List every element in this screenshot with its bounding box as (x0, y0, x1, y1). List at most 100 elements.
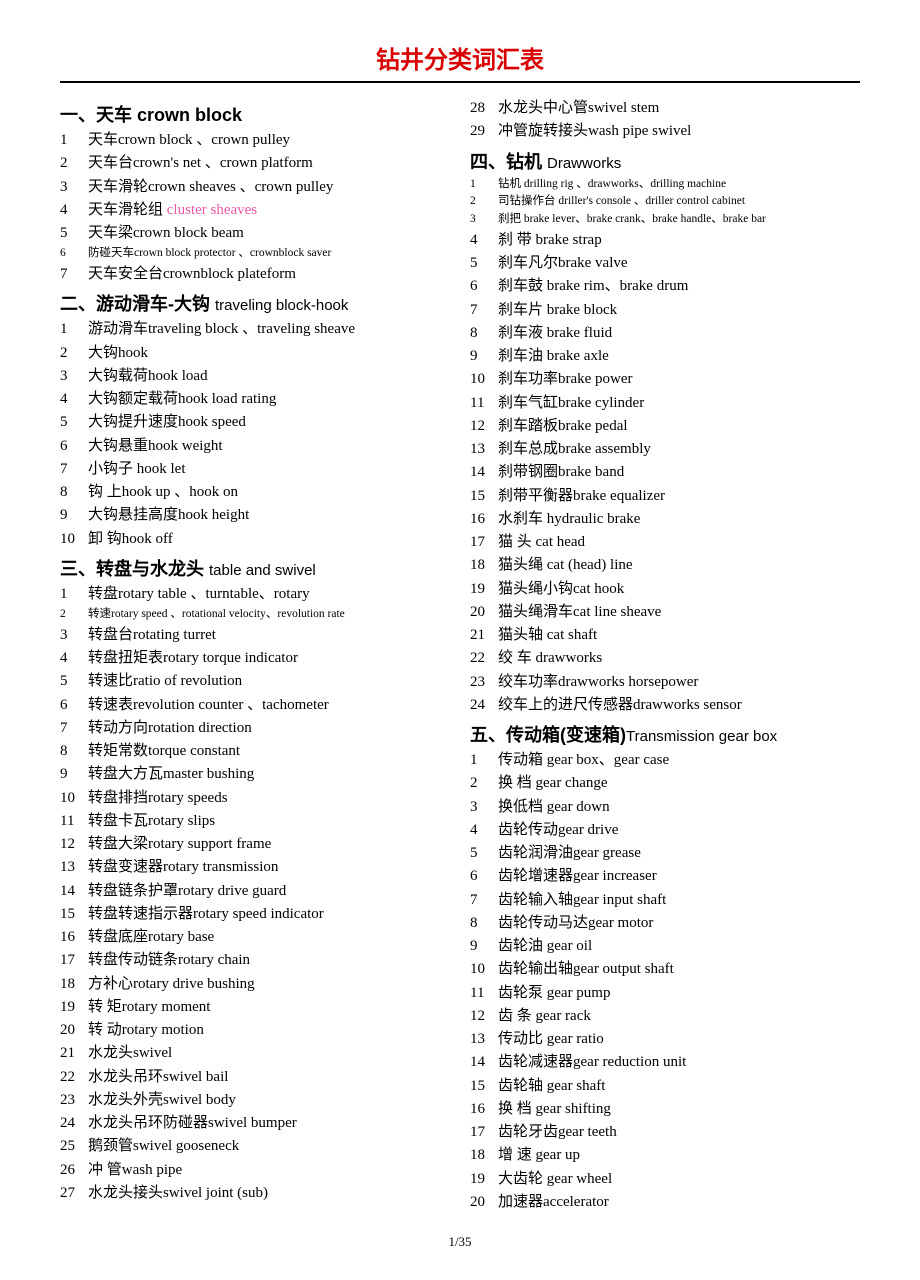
list-item: 18方补心rotary drive bushing (60, 973, 450, 996)
list-item: 7转动方向rotation direction (60, 717, 450, 740)
item-number: 16 (470, 508, 498, 531)
item-text: 转盘扭矩表rotary torque indicator (88, 647, 450, 670)
item-text: 天车梁crown block beam (88, 222, 450, 245)
item-number: 10 (470, 958, 498, 981)
item-text: 绞车功率drawworks horsepower (498, 671, 860, 694)
item-number: 4 (60, 388, 88, 411)
item-number: 12 (470, 1005, 498, 1028)
item-number: 17 (470, 1121, 498, 1144)
item-number: 7 (60, 263, 88, 286)
item-text: 水龙头中心管swivel stem (498, 97, 860, 120)
list-item: 24绞车上的进尺传感器drawworks sensor (470, 694, 860, 717)
item-number: 1 (470, 749, 498, 772)
list-item: 14刹带钢圈brake band (470, 461, 860, 484)
item-text: 刹车片 brake block (498, 299, 860, 322)
item-number: 16 (470, 1098, 498, 1121)
item-number: 19 (60, 996, 88, 1019)
list-item: 17猫 头 cat head (470, 531, 860, 554)
item-text: 刹车气缸brake cylinder (498, 392, 860, 415)
item-text: 刹车总成brake assembly (498, 438, 860, 461)
list-item: 2天车台crown's net 、crown platform (60, 152, 450, 175)
item-text: 刹带钢圈brake band (498, 461, 860, 484)
list-item: 1传动箱 gear box、gear case (470, 749, 860, 772)
item-number: 25 (60, 1135, 88, 1158)
item-number: 29 (470, 120, 498, 143)
section-header: 二、游动滑车-大钩 traveling block-hook (60, 290, 450, 316)
item-text: 刹把 brake lever、brake crank、brake handle、… (498, 211, 860, 229)
list-item: 2换 档 gear change (470, 772, 860, 795)
list-item: 6齿轮增速器gear increaser (470, 865, 860, 888)
list-item: 3大钩载荷hook load (60, 365, 450, 388)
item-text: 水龙头吊环swivel bail (88, 1066, 450, 1089)
list-item: 25鹅颈管swivel gooseneck (60, 1135, 450, 1158)
item-number: 22 (60, 1066, 88, 1089)
list-item: 6转速表revolution counter 、tachometer (60, 694, 450, 717)
item-text: 猫头绳滑车cat line sheave (498, 601, 860, 624)
item-number: 3 (60, 624, 88, 647)
list-item: 4转盘扭矩表rotary torque indicator (60, 647, 450, 670)
list-item: 2大钩hook (60, 342, 450, 365)
list-item: 13转盘变速器rotary transmission (60, 856, 450, 879)
item-text: 转盘卡瓦rotary slips (88, 810, 450, 833)
left-column: 一、天车 crown block1天车crown block 、crown pu… (60, 97, 450, 1214)
item-number: 28 (470, 97, 498, 120)
item-text: 刹车踏板brake pedal (498, 415, 860, 438)
list-item: 4天车滑轮组 cluster sheaves (60, 199, 450, 222)
item-number: 22 (470, 647, 498, 670)
item-text: 转盘转速指示器rotary speed indicator (88, 903, 450, 926)
list-item: 18增 速 gear up (470, 1144, 860, 1167)
item-text: 刹 带 brake strap (498, 229, 860, 252)
item-number: 2 (60, 342, 88, 365)
item-text: 方补心rotary drive bushing (88, 973, 450, 996)
item-text: 猫头轴 cat shaft (498, 624, 860, 647)
list-item: 14齿轮减速器gear reduction unit (470, 1051, 860, 1074)
item-text: 齿轮油 gear oil (498, 935, 860, 958)
list-item: 1天车crown block 、crown pulley (60, 129, 450, 152)
list-item: 14转盘链条护罩rotary drive guard (60, 880, 450, 903)
item-text: 齿轮传动马达gear motor (498, 912, 860, 935)
list-item: 6大钩悬重hook weight (60, 435, 450, 458)
item-text: 大钩hook (88, 342, 450, 365)
item-number: 2 (470, 772, 498, 795)
item-number: 2 (60, 152, 88, 175)
item-text: 转盘排挡rotary speeds (88, 787, 450, 810)
item-number: 13 (470, 1028, 498, 1051)
list-item: 23绞车功率drawworks horsepower (470, 671, 860, 694)
item-text: 天车crown block 、crown pulley (88, 129, 450, 152)
item-text: 换 档 gear shifting (498, 1098, 860, 1121)
item-number: 4 (60, 199, 88, 222)
list-item: 9刹车油 brake axle (470, 345, 860, 368)
item-text: 水龙头swivel (88, 1042, 450, 1065)
item-text: 钩 上hook up 、hook on (88, 481, 450, 504)
item-text: 传动比 gear ratio (498, 1028, 860, 1051)
list-item: 23水龙头外壳swivel body (60, 1089, 450, 1112)
list-item: 3换低档 gear down (470, 796, 860, 819)
content-columns: 一、天车 crown block1天车crown block 、crown pu… (60, 97, 860, 1214)
item-number: 1 (60, 583, 88, 606)
list-item: 18猫头绳 cat (head) line (470, 554, 860, 577)
list-item: 29冲管旋转接头wash pipe swivel (470, 120, 860, 143)
item-text: 水龙头吊环防碰器swivel bumper (88, 1112, 450, 1135)
item-text: 齿轮传动gear drive (498, 819, 860, 842)
list-item: 8转矩常数torque constant (60, 740, 450, 763)
item-number: 20 (60, 1019, 88, 1042)
list-item: 12齿 条 gear rack (470, 1005, 860, 1028)
list-item: 7小钩子 hook let (60, 458, 450, 481)
item-text: 冲管旋转接头wash pipe swivel (498, 120, 860, 143)
item-text: 转盘大梁rotary support frame (88, 833, 450, 856)
list-item: 21猫头轴 cat shaft (470, 624, 860, 647)
item-number: 18 (470, 554, 498, 577)
item-number: 7 (60, 717, 88, 740)
item-text: 换 档 gear change (498, 772, 860, 795)
list-item: 5转速比ratio of revolution (60, 670, 450, 693)
item-number: 4 (60, 647, 88, 670)
list-item: 19猫头绳小钩cat hook (470, 578, 860, 601)
list-item: 12转盘大梁rotary support frame (60, 833, 450, 856)
item-number: 7 (470, 889, 498, 912)
item-number: 21 (470, 624, 498, 647)
item-number: 8 (60, 481, 88, 504)
section-header: 三、转盘与水龙头 table and swivel (60, 555, 450, 581)
list-item: 9齿轮油 gear oil (470, 935, 860, 958)
item-number: 2 (470, 193, 498, 211)
item-text: 刹车油 brake axle (498, 345, 860, 368)
